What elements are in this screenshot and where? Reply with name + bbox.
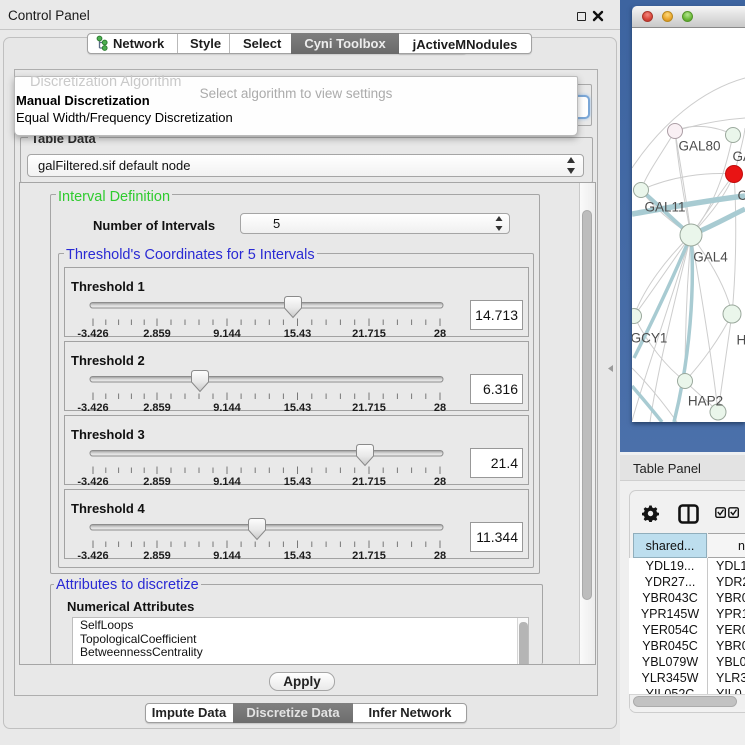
svg-text:9.144: 9.144 [213, 402, 241, 412]
svg-text:15.43: 15.43 [284, 550, 312, 560]
svg-text:15.43: 15.43 [284, 402, 312, 412]
svg-text:-3.426: -3.426 [77, 328, 108, 338]
svg-text:2.859: 2.859 [143, 550, 171, 560]
svg-text:9.144: 9.144 [213, 550, 241, 560]
svg-text:GCY1: GCY1 [632, 331, 667, 346]
svg-text:28: 28 [434, 328, 446, 338]
svg-text:28: 28 [434, 550, 446, 560]
svg-text:15.43: 15.43 [284, 328, 312, 338]
svg-text:-3.426: -3.426 [77, 550, 108, 560]
svg-text:15.43: 15.43 [284, 476, 312, 486]
svg-text:GAL80: GAL80 [678, 139, 720, 154]
svg-text:21.715: 21.715 [352, 402, 386, 412]
svg-text:-3.426: -3.426 [77, 402, 108, 412]
svg-text:GAL11: GAL11 [644, 200, 685, 215]
svg-text:2.859: 2.859 [143, 402, 171, 412]
svg-text:2.859: 2.859 [143, 328, 171, 338]
svg-text:CR: CR [738, 188, 745, 203]
svg-text:28: 28 [434, 402, 446, 412]
svg-text:21.715: 21.715 [352, 550, 386, 560]
svg-text:-3.426: -3.426 [77, 476, 108, 486]
svg-text:HAP2: HAP2 [688, 394, 723, 409]
svg-text:21.715: 21.715 [352, 476, 386, 486]
svg-text:21.715: 21.715 [352, 328, 386, 338]
svg-text:2.859: 2.859 [143, 476, 171, 486]
svg-text:9.144: 9.144 [213, 476, 241, 486]
svg-text:GAL4: GAL4 [693, 250, 728, 265]
svg-text:GAL: GAL [733, 149, 745, 164]
svg-text:9.144: 9.144 [213, 328, 241, 338]
svg-text:HI: HI [737, 333, 745, 348]
svg-text:28: 28 [434, 476, 446, 486]
